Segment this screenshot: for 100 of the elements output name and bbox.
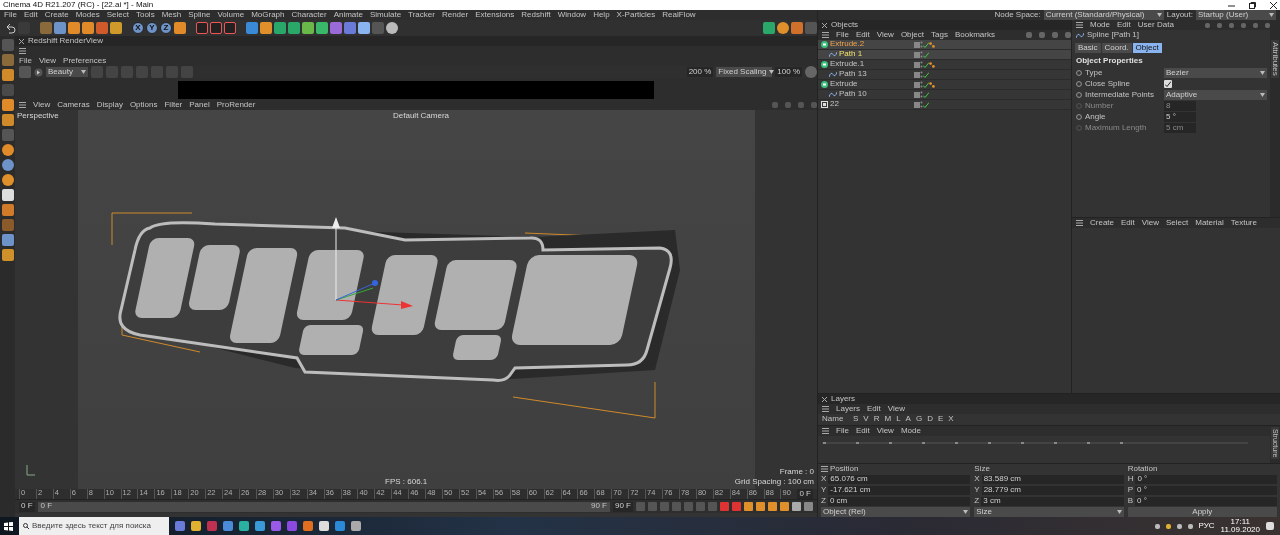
menu-item[interactable]: Create bbox=[44, 10, 69, 20]
coordinate-mode-dropdown[interactable]: Object (Rel) bbox=[821, 507, 971, 517]
menu-item[interactable]: Options bbox=[129, 100, 158, 110]
coordinate-field[interactable]: 0 ° bbox=[1135, 496, 1277, 506]
keyframe-dot-icon[interactable] bbox=[1076, 114, 1082, 121]
menu-item[interactable]: Render bbox=[441, 10, 469, 20]
mode-icon[interactable] bbox=[1, 204, 14, 216]
menu-item[interactable]: Select bbox=[1166, 218, 1189, 228]
visibility-dots-icon[interactable] bbox=[920, 41, 923, 48]
aov-dropdown[interactable]: Beauty bbox=[46, 67, 88, 77]
phong-tag-icon[interactable] bbox=[929, 61, 935, 68]
phong-tag-icon[interactable] bbox=[929, 41, 935, 48]
visibility-dots-icon[interactable] bbox=[920, 101, 923, 108]
menu-item[interactable]: View bbox=[876, 426, 894, 436]
menu-icon[interactable] bbox=[822, 428, 829, 434]
tree-row[interactable]: 22 bbox=[818, 100, 1071, 110]
tree-row[interactable]: Path 1 bbox=[818, 50, 1071, 60]
menu-item[interactable]: Simulate bbox=[370, 10, 402, 20]
menu-item[interactable]: Cameras bbox=[57, 100, 90, 110]
menu-item[interactable]: User Data bbox=[1137, 20, 1174, 30]
menu-item[interactable]: Panel bbox=[189, 100, 210, 110]
menu-item[interactable]: RealFlow bbox=[662, 10, 696, 20]
axis-lock-button[interactable]: Z bbox=[160, 22, 172, 34]
menu-item[interactable]: File bbox=[4, 10, 17, 20]
apply-button[interactable]: Apply bbox=[1127, 507, 1277, 517]
keyframe-dot-icon[interactable] bbox=[1076, 103, 1082, 110]
tree-row[interactable]: Path 13 bbox=[818, 70, 1071, 80]
menu-item[interactable]: Modes bbox=[75, 10, 100, 20]
menu-item[interactable]: Tracker bbox=[408, 10, 435, 20]
frame-field[interactable]: 0 F bbox=[19, 501, 35, 512]
phong-tag-icon[interactable] bbox=[929, 81, 935, 88]
side-tab[interactable]: Attributes bbox=[1270, 40, 1280, 78]
mode-icon[interactable] bbox=[1, 249, 14, 261]
node-space-dropdown[interactable]: Current (Standard/Physical) bbox=[1043, 10, 1164, 20]
menu-item[interactable]: Mode bbox=[1090, 20, 1110, 30]
menu-item[interactable]: View bbox=[38, 56, 57, 66]
mode-icon[interactable] bbox=[1, 99, 14, 111]
tool-icon[interactable] bbox=[110, 22, 122, 34]
tool-icon[interactable] bbox=[260, 22, 272, 34]
tree-row[interactable]: Extrude.1 bbox=[818, 60, 1071, 70]
render-icon[interactable] bbox=[196, 22, 208, 34]
menu-item[interactable]: Spline bbox=[188, 10, 211, 20]
menu-item[interactable]: Tools bbox=[135, 10, 155, 20]
mode-icon[interactable] bbox=[1, 144, 14, 156]
menu-item[interactable]: Redshift bbox=[521, 10, 551, 20]
keyframe-dot-icon[interactable] bbox=[1076, 125, 1082, 132]
tool-icon[interactable] bbox=[358, 22, 370, 34]
tool-icon[interactable] bbox=[174, 22, 186, 34]
mode-icon[interactable] bbox=[1, 234, 14, 246]
mode-icon[interactable] bbox=[1, 174, 14, 186]
zoom-field[interactable]: 200 % bbox=[686, 67, 714, 77]
menu-item[interactable]: Preferences bbox=[63, 56, 107, 66]
visibility-dots-icon[interactable] bbox=[920, 91, 923, 98]
zoom-field[interactable]: 100 % bbox=[775, 67, 802, 77]
coordinate-field[interactable]: 28.779 cm bbox=[981, 485, 1124, 495]
menu-icon[interactable] bbox=[1076, 220, 1083, 226]
visibility-dots-icon[interactable] bbox=[920, 81, 923, 88]
undo-icon[interactable] bbox=[4, 22, 16, 34]
menu-item[interactable]: View bbox=[887, 404, 905, 414]
tool-icon[interactable] bbox=[777, 22, 789, 34]
render-icon[interactable] bbox=[224, 22, 236, 34]
menu-item[interactable]: Edit bbox=[1121, 218, 1135, 228]
render-icon[interactable] bbox=[210, 22, 222, 34]
close-icon[interactable] bbox=[1270, 1, 1277, 9]
menu-icon[interactable] bbox=[19, 48, 26, 54]
mode-icon[interactable] bbox=[1, 159, 14, 171]
close-icon[interactable] bbox=[822, 396, 827, 402]
select-field[interactable]: Adaptive bbox=[1164, 90, 1267, 101]
scaling-dropdown[interactable]: Fixed Scaling bbox=[716, 67, 773, 77]
tool-icon[interactable] bbox=[302, 22, 314, 34]
menu-item[interactable]: Select bbox=[106, 10, 129, 20]
visibility-dots-icon[interactable] bbox=[920, 61, 923, 68]
tool-icon[interactable] bbox=[316, 22, 328, 34]
visibility-dots-icon[interactable] bbox=[920, 71, 923, 78]
tray-app-icon[interactable] bbox=[1165, 523, 1171, 529]
tab[interactable]: Coord. bbox=[1101, 43, 1132, 53]
keyframe-dot-icon[interactable] bbox=[1076, 70, 1082, 77]
number-field[interactable]: 5 ° bbox=[1164, 112, 1196, 123]
menu-item[interactable]: Edit bbox=[855, 30, 870, 40]
size-mode-dropdown[interactable]: Size bbox=[974, 507, 1124, 517]
language-indicator[interactable]: РУС bbox=[1198, 521, 1215, 531]
close-icon[interactable] bbox=[19, 38, 24, 44]
coordinate-field[interactable]: 0 ° bbox=[1135, 485, 1277, 495]
menu-item[interactable]: MoGraph bbox=[251, 10, 285, 20]
menu-item[interactable]: Texture bbox=[1230, 218, 1257, 228]
menu-item[interactable]: Extensions bbox=[475, 10, 515, 20]
mode-icon[interactable] bbox=[1, 189, 14, 201]
menu-item[interactable]: Filter bbox=[164, 100, 183, 110]
frame-field[interactable]: 90 F bbox=[613, 501, 633, 512]
menu-item[interactable]: Character bbox=[291, 10, 327, 20]
menu-icon[interactable] bbox=[19, 102, 26, 108]
preview-range-bar[interactable] bbox=[37, 501, 610, 512]
menu-item[interactable]: View bbox=[876, 30, 894, 40]
tree-row[interactable]: Extrude.2 bbox=[818, 40, 1071, 50]
menu-item[interactable]: Bookmarks bbox=[954, 30, 995, 40]
menu-item[interactable]: ProRender bbox=[216, 100, 256, 110]
frame-field[interactable]: 0 F bbox=[797, 489, 813, 499]
menu-icon[interactable] bbox=[821, 466, 828, 472]
menu-item[interactable]: Edit bbox=[23, 10, 38, 20]
menu-item[interactable]: Display bbox=[96, 100, 123, 110]
